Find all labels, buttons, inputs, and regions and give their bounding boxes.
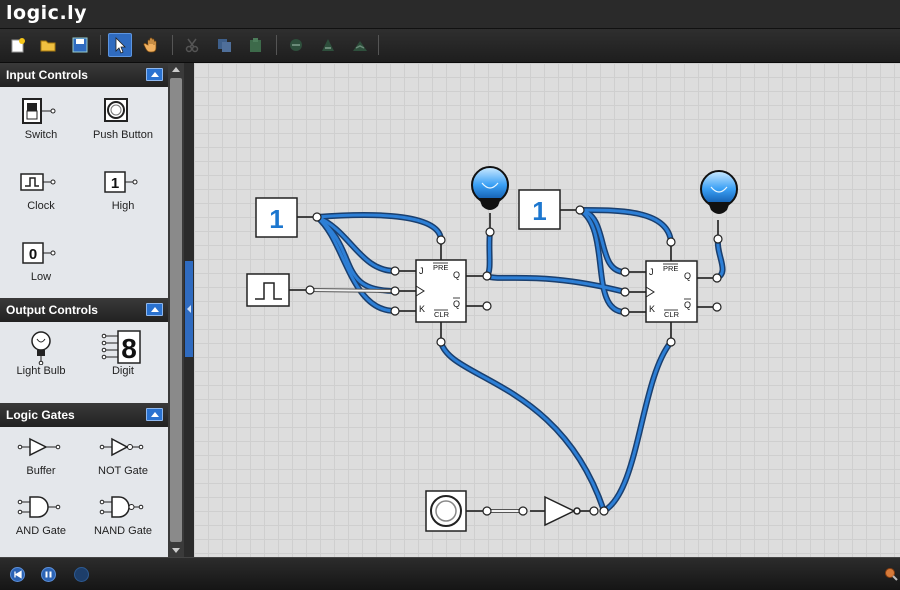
- toolbar: [0, 29, 900, 63]
- paste-icon[interactable]: [244, 33, 268, 57]
- idle-wires: [309, 289, 523, 512]
- not-gate-component[interactable]: [544, 495, 581, 527]
- light-bulb-icon: [31, 331, 51, 365]
- ff-pre-label: PRE: [663, 264, 678, 273]
- ff-clr-label: CLR: [664, 310, 680, 319]
- palette-item-label: Clock: [27, 200, 55, 212]
- high-value-text: 1: [532, 196, 546, 226]
- and-gate-icon: [17, 496, 61, 518]
- high-constant-icon: 1: [104, 171, 138, 193]
- palette-item-label: Light Bulb: [16, 365, 66, 377]
- ff-j-label: J: [649, 267, 654, 277]
- not-gate-icon: [99, 437, 144, 457]
- light-bulb-2[interactable]: [700, 170, 738, 214]
- step-icon[interactable]: [74, 567, 89, 582]
- select-pointer-icon[interactable]: [108, 33, 132, 57]
- section-title: Output Controls: [6, 303, 98, 317]
- app-logo: logic.ly: [6, 2, 88, 24]
- palette-item-label: AND Gate: [15, 525, 67, 537]
- palette-item-clock[interactable]: Clock: [0, 164, 82, 212]
- collapse-button[interactable]: [146, 68, 163, 81]
- collapse-button[interactable]: [146, 408, 163, 421]
- jk-flip-flop-1[interactable]: J K Q Q PRE CLR: [415, 259, 467, 323]
- zoom-fit-icon[interactable]: [348, 33, 372, 57]
- scroll-thumb[interactable]: [170, 78, 182, 542]
- open-icon[interactable]: [36, 33, 60, 57]
- palette-item-digit[interactable]: 8 Digit: [82, 329, 164, 377]
- scroll-up-arrow[interactable]: [172, 67, 180, 72]
- section-header-input-controls[interactable]: Input Controls: [0, 63, 168, 87]
- section-header-logic-gates[interactable]: Logic Gates: [0, 403, 168, 427]
- zoom-in-icon[interactable]: [316, 33, 340, 57]
- section-title: Input Controls: [6, 68, 88, 82]
- save-icon[interactable]: [68, 33, 92, 57]
- push-button-component[interactable]: [425, 490, 467, 532]
- ff-pre-label: PRE: [433, 263, 448, 272]
- jk-flip-flop-2[interactable]: J K Q Q PRE CLR: [645, 260, 698, 323]
- clock-icon: [20, 173, 56, 191]
- ff-clr-label: CLR: [434, 310, 450, 319]
- ff-j-label: J: [419, 266, 424, 276]
- rewind-icon[interactable]: [10, 567, 25, 582]
- scroll-down-arrow[interactable]: [172, 548, 180, 553]
- palette-item-label: High: [111, 200, 135, 212]
- palette-item-label: Buffer: [26, 465, 56, 477]
- ff-q-label: Q: [453, 270, 460, 280]
- palette-item-label: Push Button: [93, 129, 153, 141]
- pan-hand-icon[interactable]: [140, 33, 164, 57]
- digit-display-icon: 8: [101, 330, 141, 364]
- svg-text:8: 8: [121, 333, 137, 364]
- title-bar: logic.ly: [0, 0, 900, 29]
- zoom-indicator-icon[interactable]: [884, 567, 898, 581]
- section-title: Logic Gates: [6, 408, 75, 422]
- palette-item-switch[interactable]: Switch: [0, 93, 82, 141]
- palette-item-label: NOT Gate: [98, 465, 148, 477]
- palette-item-and-gate[interactable]: AND Gate: [0, 489, 82, 537]
- status-bar: [0, 557, 900, 590]
- inactive-wires: [289, 209, 719, 512]
- ff-q-label: Q: [684, 271, 691, 281]
- collapse-panel-handle[interactable]: [185, 261, 193, 357]
- palette-item-push-button[interactable]: Push Button: [82, 93, 164, 141]
- collapse-button[interactable]: [146, 303, 163, 316]
- palette-item-light-bulb[interactable]: Light Bulb: [0, 329, 82, 377]
- nand-gate-icon: [99, 496, 144, 518]
- high-value-text: 1: [269, 204, 283, 234]
- panel-splitter[interactable]: [184, 63, 194, 557]
- pause-icon[interactable]: [41, 567, 56, 582]
- active-wires: [315, 208, 725, 513]
- svg-text:0: 0: [29, 246, 37, 263]
- low-constant-icon: 0: [22, 242, 56, 264]
- high-constant-2[interactable]: 1: [518, 189, 561, 230]
- ff-qbar-label: Q: [453, 299, 460, 309]
- ff-qbar-label: Q: [684, 300, 691, 310]
- section-header-output-controls[interactable]: Output Controls: [0, 298, 168, 322]
- cut-icon[interactable]: [180, 33, 204, 57]
- palette-item-label: Low: [30, 271, 52, 283]
- component-palette: Input Controls Switch Push Button Clock …: [0, 63, 168, 557]
- palette-item-not-gate[interactable]: NOT Gate: [82, 429, 164, 477]
- copy-icon[interactable]: [212, 33, 236, 57]
- light-bulb-1[interactable]: [471, 166, 509, 210]
- high-constant-1[interactable]: 1: [255, 197, 298, 238]
- circuit-canvas[interactable]: 1 1 J K Q Q PRE CLR J K Q Q PRE CLR: [194, 63, 900, 557]
- idle-wires-outline: [309, 288, 523, 513]
- clock-component[interactable]: [246, 273, 290, 307]
- svg-text:1: 1: [111, 175, 119, 192]
- switch-icon: [22, 98, 56, 124]
- ff-k-label: K: [419, 304, 425, 314]
- new-icon[interactable]: [6, 33, 30, 57]
- buffer-gate-icon: [17, 437, 61, 457]
- palette-item-label: Digit: [111, 365, 134, 377]
- palette-item-label: NAND Gate: [93, 525, 153, 537]
- palette-item-label: Switch: [24, 129, 58, 141]
- palette-item-nand-gate[interactable]: NAND Gate: [82, 489, 164, 537]
- palette-item-low[interactable]: 0 Low: [0, 235, 82, 283]
- ff-k-label: K: [649, 304, 655, 314]
- palette-scrollbar[interactable]: [168, 63, 184, 557]
- palette-item-buffer[interactable]: Buffer: [0, 429, 82, 477]
- palette-item-high[interactable]: 1 High: [82, 164, 164, 212]
- zoom-out-icon[interactable]: [284, 33, 308, 57]
- push-button-icon: [104, 98, 128, 122]
